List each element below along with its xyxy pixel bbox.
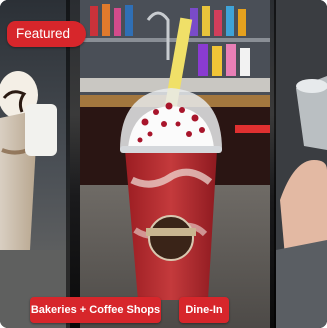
featured-card[interactable]: Featured Bakeries + Coffee Shops Dine-In — [0, 0, 327, 328]
photo-milkshake — [70, 0, 276, 328]
tag-chip-dine-in[interactable]: Dine-In — [179, 297, 229, 323]
milkshake-illustration — [70, 0, 276, 328]
dessert-cup-illustration — [0, 0, 70, 328]
hand-cup-illustration — [276, 0, 327, 328]
photo-hand-cup — [276, 0, 327, 328]
tag-chip-bakeries-coffee-shops[interactable]: Bakeries + Coffee Shops — [30, 297, 161, 323]
tag-chip-row: Bakeries + Coffee Shops Dine-In — [0, 297, 327, 323]
featured-badge: Featured — [7, 21, 87, 47]
photo-dessert-cup — [0, 0, 70, 328]
